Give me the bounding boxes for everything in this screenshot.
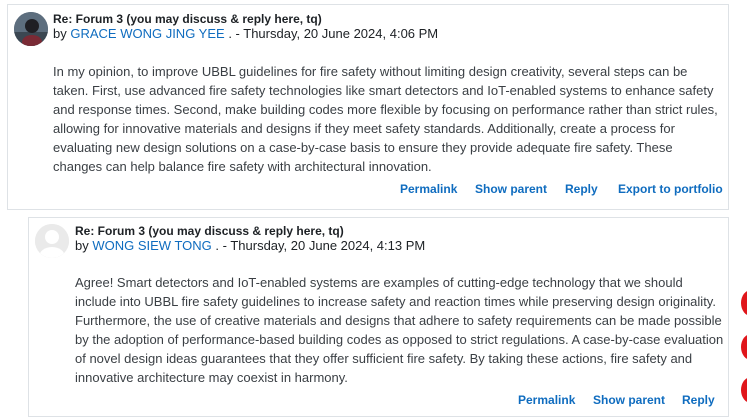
user-photo-icon xyxy=(14,12,48,46)
post-content: Agree! Smart detectors and IoT-enabled s… xyxy=(75,275,724,385)
floating-marker[interactable] xyxy=(741,377,747,403)
post-date: . - Thursday, 20 June 2024, 4:06 PM xyxy=(228,26,439,41)
post-date: . - Thursday, 20 June 2024, 4:13 PM xyxy=(215,238,426,253)
post-subject: Re: Forum 3 (you may discuss & reply her… xyxy=(75,224,344,238)
post-byline: by WONG SIEW TONG . - Thursday, 20 June … xyxy=(75,238,425,253)
floating-marker[interactable] xyxy=(741,334,747,360)
show-parent-link[interactable]: Show parent xyxy=(593,393,665,407)
default-user-icon xyxy=(35,224,69,258)
forum-post-2: Re: Forum 3 (you may discuss & reply her… xyxy=(28,217,729,417)
forum-post-1: Re: Forum 3 (you may discuss & reply her… xyxy=(7,4,729,210)
show-parent-link[interactable]: Show parent xyxy=(475,182,547,196)
reply-link[interactable]: Reply xyxy=(565,182,598,196)
permalink-link[interactable]: Permalink xyxy=(518,393,575,407)
reply-link[interactable]: Reply xyxy=(682,393,715,407)
post-content: In my opinion, to improve UBBL guideline… xyxy=(53,64,718,174)
permalink-link[interactable]: Permalink xyxy=(400,182,457,196)
post-subject: Re: Forum 3 (you may discuss & reply her… xyxy=(53,12,322,26)
author-link[interactable]: GRACE WONG JING YEE xyxy=(70,26,224,41)
avatar[interactable] xyxy=(14,12,48,46)
floating-marker[interactable] xyxy=(741,290,747,316)
post-byline: by GRACE WONG JING YEE . - Thursday, 20 … xyxy=(53,26,438,41)
by-label: by xyxy=(75,238,89,253)
author-link[interactable]: WONG SIEW TONG xyxy=(92,238,211,253)
avatar[interactable] xyxy=(35,224,69,258)
by-label: by xyxy=(53,26,67,41)
export-to-portfolio-link[interactable]: Export to portfolio xyxy=(618,182,723,196)
